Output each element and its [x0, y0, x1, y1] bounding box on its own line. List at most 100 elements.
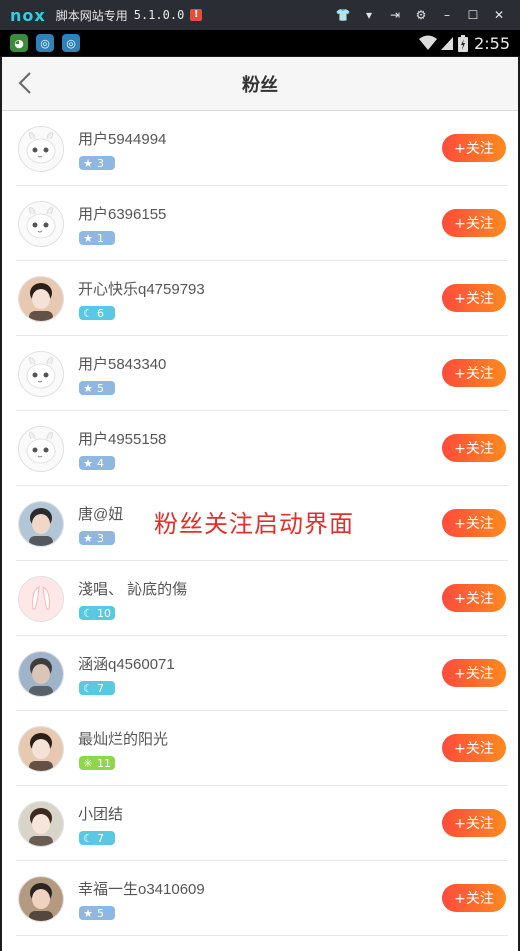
notification-app-icon: ◕: [10, 34, 28, 52]
follow-button[interactable]: +关注: [442, 134, 506, 162]
fan-row[interactable]: 开心快乐q4759793 ☾ 6 +关注: [16, 261, 508, 336]
level-value: 5: [97, 381, 104, 395]
fan-row[interactable]: 涵涵q4560071 ☾ 7 +关注: [16, 636, 508, 711]
overlay-caption: 粉丝关注启动界面: [154, 510, 354, 538]
fan-name[interactable]: 涵涵q4560071: [78, 653, 175, 674]
moon-icon: ☾: [83, 306, 93, 320]
wifi-icon: [419, 35, 438, 50]
avatar[interactable]: [18, 201, 64, 247]
star-icon: ★: [83, 906, 93, 920]
follow-button[interactable]: +关注: [442, 734, 506, 762]
warning-icon[interactable]: !: [190, 9, 203, 21]
follow-button[interactable]: +关注: [442, 884, 506, 912]
fan-row[interactable]: 用户4955158 ★ 4 +关注: [16, 411, 508, 486]
moon-icon: ☾: [83, 606, 93, 620]
level-value: 5: [97, 906, 104, 920]
moon-icon: ☾: [83, 831, 93, 845]
fan-name[interactable]: 唐@妞: [78, 503, 123, 524]
avatar[interactable]: [18, 876, 64, 922]
fan-name[interactable]: 幸福一生o3410609: [78, 878, 205, 899]
skin-icon[interactable]: 👕: [330, 8, 356, 22]
fan-row[interactable]: 幸福一生o3410609 ★ 5 +关注: [16, 861, 508, 936]
level-badge: ★ 1: [79, 231, 115, 245]
avatar[interactable]: [18, 276, 64, 322]
emulator-version: 5.1.0.0: [133, 8, 185, 22]
emulator-title: 脚本网站专用: [55, 8, 128, 23]
fan-row[interactable]: 淺唱、 訫底的傷 ☾ 10 +关注: [16, 561, 508, 636]
avatar[interactable]: [18, 126, 64, 172]
avatar[interactable]: [18, 351, 64, 397]
avatar[interactable]: [18, 651, 64, 697]
sun-icon: ✳: [83, 756, 93, 770]
maximize-icon[interactable]: ☐: [460, 8, 486, 22]
pin-icon[interactable]: ⇥: [382, 8, 408, 22]
follow-button[interactable]: +关注: [442, 509, 506, 537]
star-icon: ★: [83, 456, 93, 470]
fan-name[interactable]: 开心快乐q4759793: [78, 278, 205, 299]
level-badge: ✳ 11: [79, 756, 115, 770]
level-value: 1: [97, 231, 104, 245]
level-badge: ☾ 7: [79, 681, 115, 695]
level-value: 6: [97, 306, 104, 320]
back-arrow-icon[interactable]: [12, 69, 40, 97]
level-value: 3: [97, 156, 104, 170]
settings-icon[interactable]: ⚙: [408, 8, 434, 22]
avatar[interactable]: [18, 426, 64, 472]
level-badge: ★ 5: [79, 906, 115, 920]
avatar[interactable]: [18, 501, 64, 547]
fan-name[interactable]: 用户5843340: [78, 353, 166, 374]
fan-row[interactable]: 用户5843340 ★ 5 +关注: [16, 336, 508, 411]
android-status-bar: ◕ ◎ ◎ 2:55: [0, 30, 520, 56]
follow-button[interactable]: +关注: [442, 434, 506, 462]
dropdown-icon[interactable]: ▾: [356, 8, 382, 22]
app-screen: 粉丝 用户5944994 ★ 3 +关注 用户6396155 ★ 1 +关注 开心快乐q4759…: [2, 57, 518, 951]
moon-icon: ☾: [83, 681, 93, 695]
level-badge: ☾ 6: [79, 306, 115, 320]
level-value: 3: [97, 531, 104, 545]
window-controls: 👕 ▾ ⇥ ⚙ – ☐ ✕: [330, 0, 512, 30]
level-value: 7: [97, 681, 104, 695]
fan-row[interactable]: 用户6396155 ★ 1 +关注: [16, 186, 508, 261]
level-badge: ★ 5: [79, 381, 115, 395]
level-badge: ★ 3: [79, 531, 115, 545]
notification-app-icon: ◎: [36, 34, 54, 52]
fan-name[interactable]: 用户4955158: [78, 428, 166, 449]
follow-button[interactable]: +关注: [442, 284, 506, 312]
level-value: 7: [97, 831, 104, 845]
fan-row[interactable]: 最灿烂的阳光 ✳ 11 +关注: [16, 711, 508, 786]
level-badge: ★ 3: [79, 156, 115, 170]
fan-name[interactable]: 最灿烂的阳光: [78, 728, 168, 749]
fan-name[interactable]: 用户5944994: [78, 128, 166, 149]
follow-button[interactable]: +关注: [442, 584, 506, 612]
avatar[interactable]: [18, 576, 64, 622]
level-value: 4: [97, 456, 104, 470]
nox-logo: nox: [10, 5, 46, 25]
follow-button[interactable]: +关注: [442, 209, 506, 237]
page-title: 粉丝: [242, 74, 278, 96]
fan-name[interactable]: 用户6396155: [78, 203, 166, 224]
follow-button[interactable]: +关注: [442, 809, 506, 837]
status-time: 2:55: [474, 33, 510, 53]
fan-name[interactable]: 小团结: [78, 803, 123, 824]
avatar[interactable]: [18, 726, 64, 772]
notification-app-icon: ◎: [62, 34, 80, 52]
level-badge: ☾ 10: [79, 606, 115, 620]
level-value: 11: [97, 756, 111, 770]
close-icon[interactable]: ✕: [486, 8, 512, 22]
signal-icon: [441, 37, 454, 50]
fan-row[interactable]: 用户5944994 ★ 3 +关注: [16, 111, 508, 186]
fan-name[interactable]: 淺唱、 訫底的傷: [78, 578, 187, 599]
follow-button[interactable]: +关注: [442, 659, 506, 687]
fan-row[interactable]: 小团结 ☾ 7 +关注: [16, 786, 508, 861]
minimize-icon[interactable]: –: [434, 8, 460, 22]
level-badge: ★ 4: [79, 456, 115, 470]
emulator-title-bar: nox 脚本网站专用 5.1.0.0 ! 👕 ▾ ⇥ ⚙ – ☐ ✕: [0, 0, 520, 30]
level-value: 10: [97, 606, 111, 620]
follow-button[interactable]: +关注: [442, 359, 506, 387]
avatar[interactable]: [18, 801, 64, 847]
page-header: 粉丝: [2, 57, 518, 111]
level-badge: ☾ 7: [79, 831, 115, 845]
star-icon: ★: [83, 531, 93, 545]
battery-icon: [458, 34, 469, 52]
star-icon: ★: [83, 156, 93, 170]
